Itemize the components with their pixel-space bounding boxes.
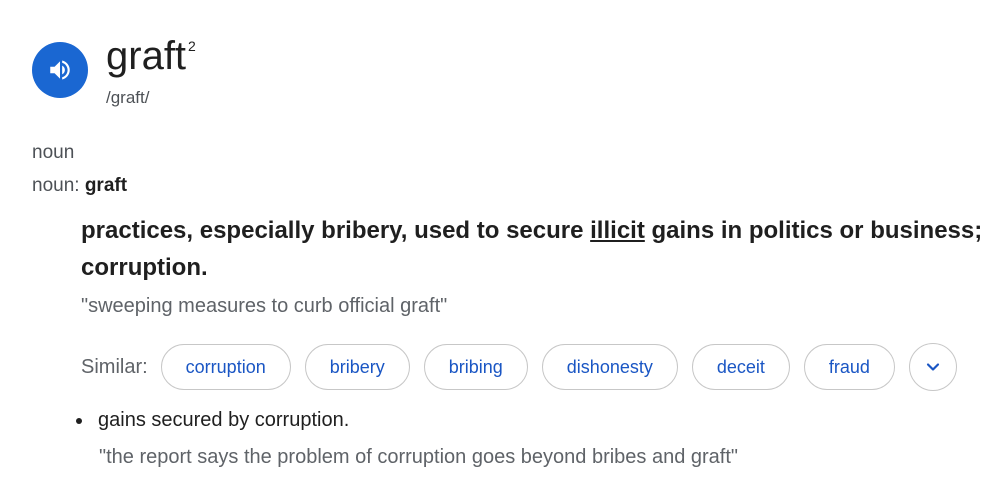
similar-words-row: Similar: corruption bribery bribing dish… xyxy=(81,343,957,391)
sub-definition: gains secured by corruption. xyxy=(76,409,349,432)
bullet-icon xyxy=(76,417,82,424)
similar-chip-bribing[interactable]: bribing xyxy=(423,344,528,390)
headword-superscript: 2 xyxy=(188,38,196,54)
similar-chip-dishonesty[interactable]: dishonesty xyxy=(541,344,678,390)
sub-definition-example: "the report says the problem of corrupti… xyxy=(99,446,739,468)
similar-label: Similar: xyxy=(81,355,148,378)
similar-chip-deceit[interactable]: deceit xyxy=(691,344,790,390)
similar-chip-bribery[interactable]: bribery xyxy=(304,344,410,390)
definition-link-illicit[interactable]: illicit xyxy=(590,217,645,244)
pronunciation-audio-button[interactable] xyxy=(32,42,88,98)
expand-similar-button[interactable] xyxy=(908,343,957,391)
part-of-speech: noun xyxy=(32,142,75,163)
pos-headline-prefix: noun: xyxy=(32,175,85,196)
similar-chip-corruption[interactable]: corruption xyxy=(160,344,291,390)
definition-before-link: practices, especially bribery, used to s… xyxy=(81,217,591,244)
speaker-icon xyxy=(50,60,70,80)
sub-definition-text: gains secured by corruption. xyxy=(98,409,350,431)
similar-chip-fraud[interactable]: fraud xyxy=(803,344,895,390)
definition-example: "sweeping measures to curb official graf… xyxy=(81,295,448,317)
chevron-down-icon xyxy=(926,363,940,371)
definition-text: practices, especially bribery, used to s… xyxy=(81,212,991,286)
phonetic-spelling: /graft/ xyxy=(106,88,150,107)
pos-headline-word: graft xyxy=(84,175,128,196)
headword: graft 2 xyxy=(106,32,196,88)
pos-headline: noun: graft xyxy=(32,175,127,197)
headword-text: graft xyxy=(106,34,187,78)
